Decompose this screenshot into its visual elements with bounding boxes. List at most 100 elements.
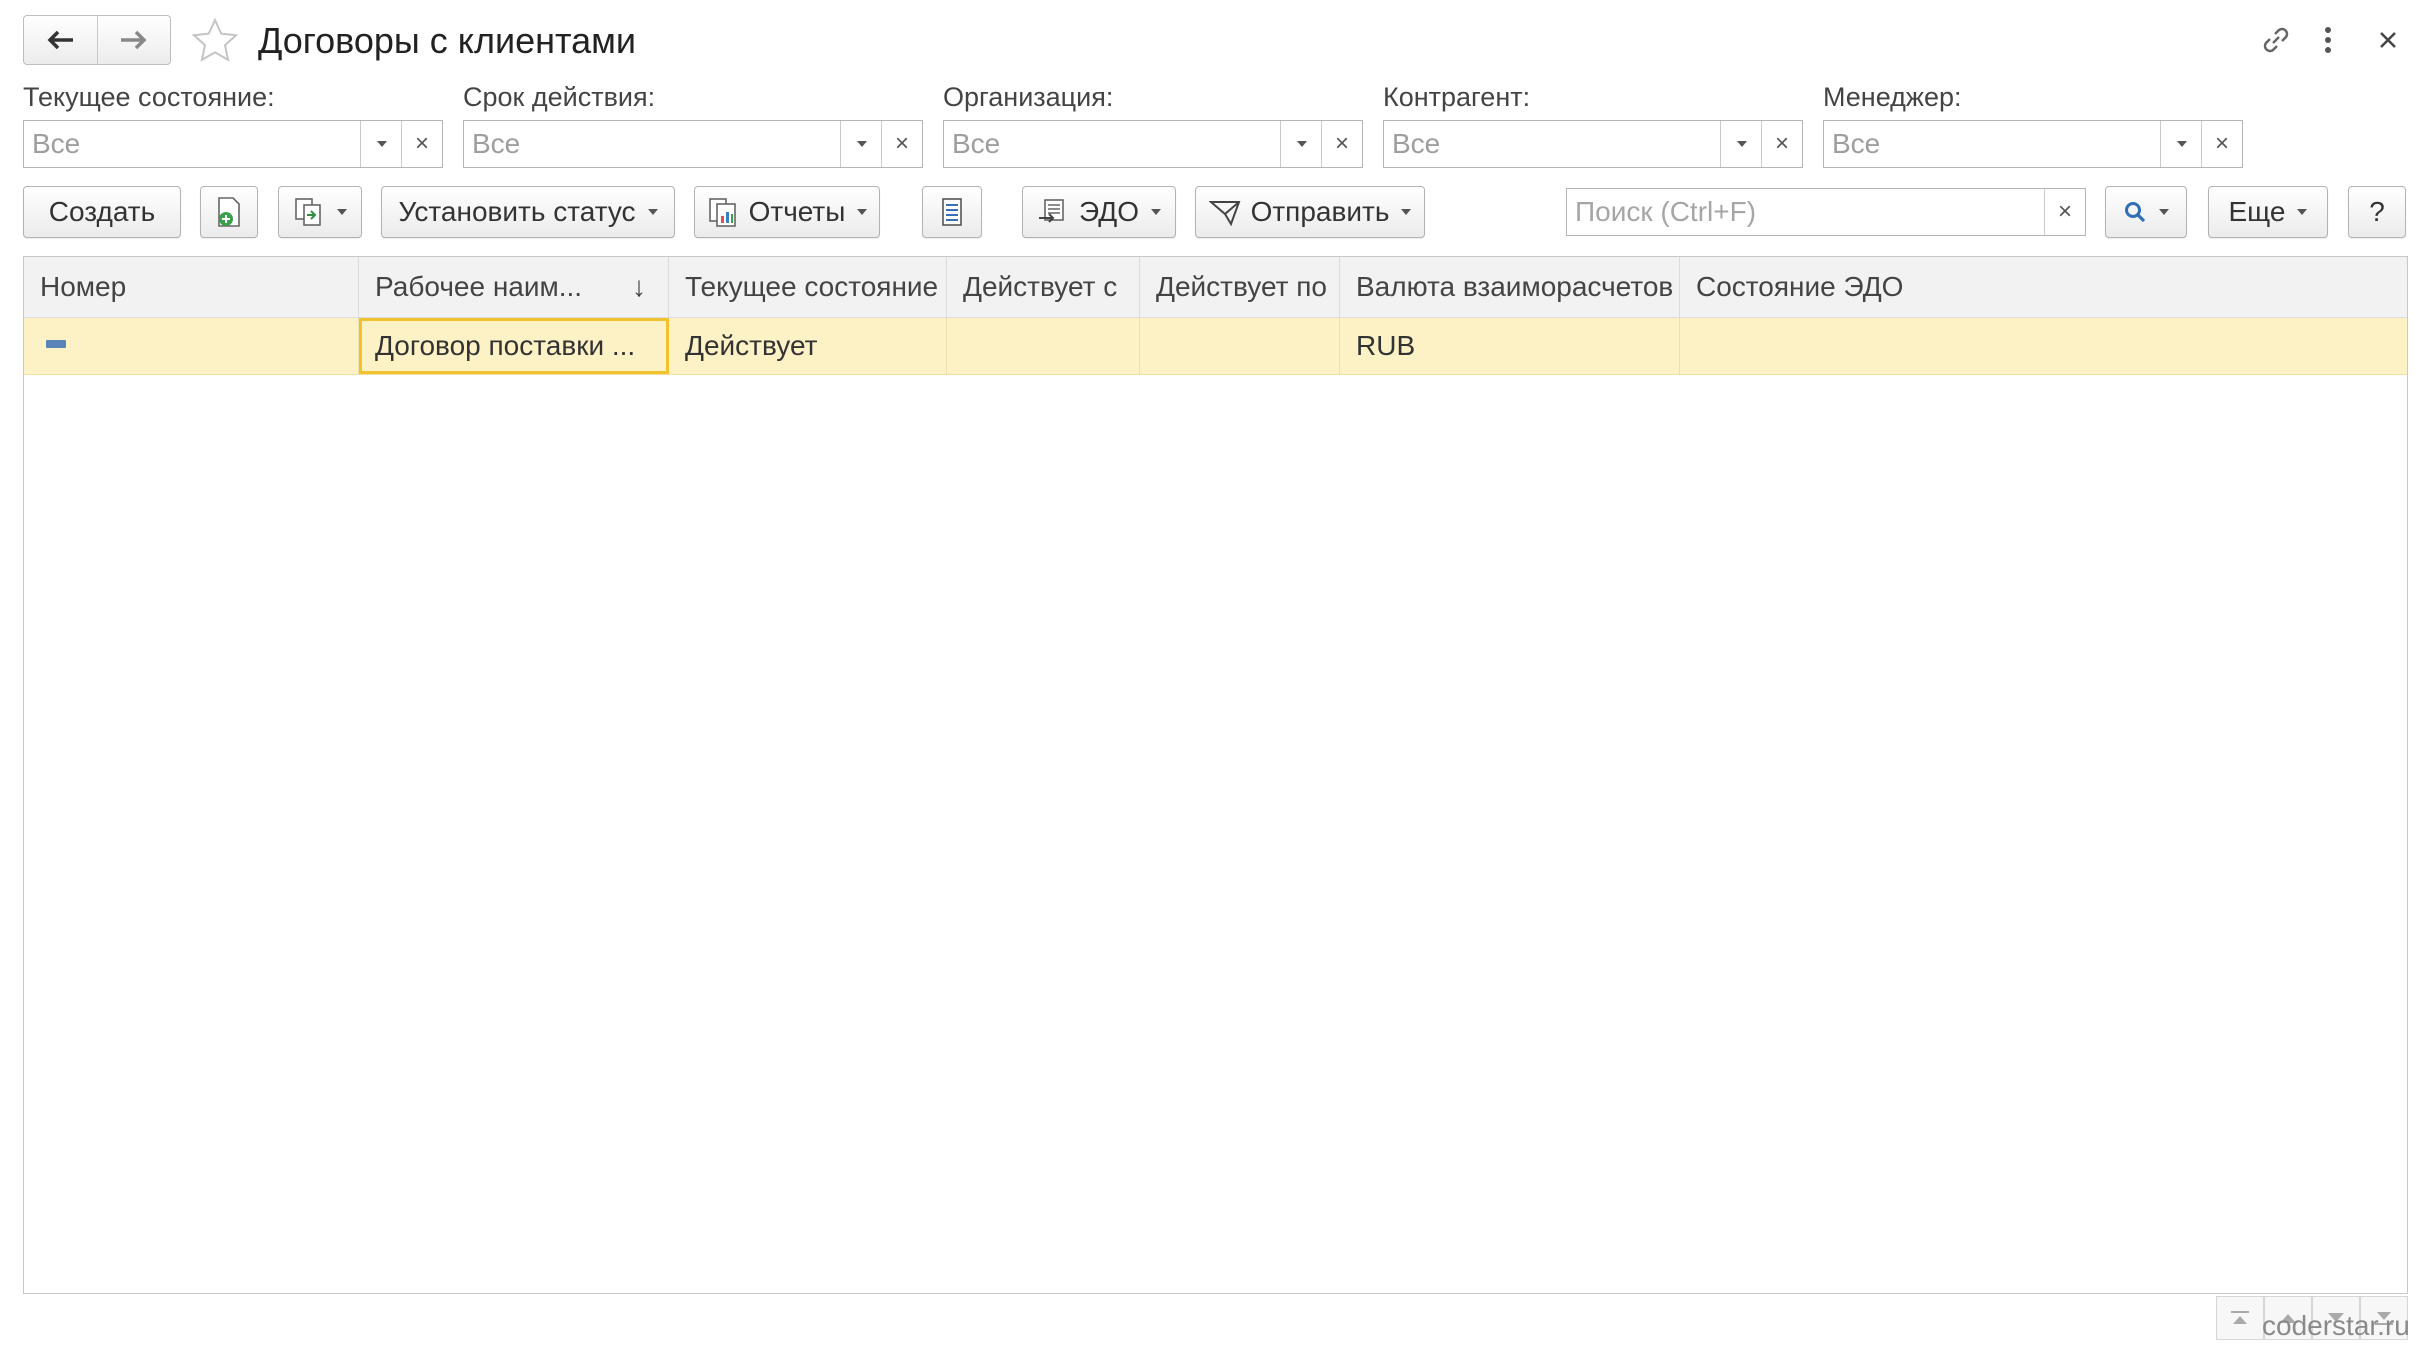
- sort-descending-icon: ↓: [632, 271, 646, 302]
- cell-number[interactable]: [24, 318, 359, 374]
- chevron-down-icon: [2177, 141, 2187, 147]
- cell-working-name[interactable]: Договор поставки ...: [359, 318, 669, 374]
- reports-icon: [708, 198, 736, 227]
- column-header-valid-to[interactable]: Действует по: [1140, 257, 1340, 317]
- filter-counterparty-field[interactable]: Все ×: [1383, 120, 1803, 168]
- column-header-edo-state[interactable]: Состояние ЭДО: [1680, 257, 2407, 317]
- cell-currency[interactable]: RUB: [1340, 318, 1680, 374]
- navigation-buttons: [23, 15, 171, 65]
- clear-icon: ×: [1774, 130, 1789, 157]
- filter-organization-value[interactable]: Все: [944, 121, 1280, 167]
- filter-validity-field[interactable]: Все ×: [463, 120, 923, 168]
- edo-label: ЭДО: [1079, 196, 1139, 227]
- watermark-text: coderstar.ru: [2262, 1310, 2410, 1341]
- column-header-working-name[interactable]: Рабочее наим... ↓: [359, 257, 669, 317]
- close-icon[interactable]: [2368, 20, 2408, 60]
- filter-manager-clear[interactable]: ×: [2201, 121, 2242, 167]
- link-icon[interactable]: [2256, 20, 2296, 60]
- column-header-current-state[interactable]: Текущее состояние: [669, 257, 947, 317]
- chevron-down-icon: [1401, 209, 1412, 215]
- filter-counterparty-value[interactable]: Все: [1384, 121, 1720, 167]
- filter-label-organization: Организация:: [943, 82, 1114, 112]
- chevron-down-icon: [2159, 209, 2169, 215]
- search-button[interactable]: [2105, 186, 2187, 238]
- row-status-icon: [46, 340, 66, 348]
- filter-organization-dropdown[interactable]: [1280, 121, 1321, 167]
- column-header-currency[interactable]: Валюта взаиморасчетов: [1340, 257, 1680, 317]
- create-copy-button[interactable]: [200, 186, 258, 238]
- send-button[interactable]: Отправить: [1195, 186, 1425, 238]
- arrow-left-icon: [47, 30, 74, 50]
- send-paper-plane-icon: [1208, 201, 1241, 226]
- list-settings-button[interactable]: [922, 186, 982, 238]
- arrow-right-icon: [120, 30, 147, 50]
- edo-button[interactable]: ЭДО: [1022, 186, 1176, 238]
- chevron-down-icon: [647, 209, 658, 215]
- search-icon: [2125, 202, 2146, 223]
- filter-organization-clear[interactable]: ×: [1321, 121, 1362, 167]
- favorite-star-icon[interactable]: [190, 16, 240, 66]
- reports-label: Отчеты: [748, 196, 846, 227]
- create-based-on-button[interactable]: [278, 186, 362, 238]
- back-button[interactable]: [24, 16, 97, 64]
- search-clear-button[interactable]: ×: [2044, 189, 2085, 235]
- filter-state-field[interactable]: Все ×: [23, 120, 443, 168]
- cell-current-state[interactable]: Действует: [669, 318, 947, 374]
- help-label: ?: [2369, 196, 2385, 227]
- search-field[interactable]: Поиск (Ctrl+F) ×: [1566, 188, 2086, 236]
- filter-label-counterparty: Контрагент:: [1383, 82, 1531, 112]
- cell-valid-from[interactable]: [947, 318, 1140, 374]
- column-header-valid-from[interactable]: Действует с: [947, 257, 1140, 317]
- forward-button[interactable]: [96, 16, 171, 64]
- chevron-down-icon: [1297, 141, 1307, 147]
- chevron-down-icon: [857, 141, 867, 147]
- set-status-label: Установить статус: [398, 196, 636, 227]
- filter-counterparty-clear[interactable]: ×: [1761, 121, 1802, 167]
- column-header-working-name-label: Рабочее наим...: [375, 271, 583, 302]
- filter-validity-clear[interactable]: ×: [881, 121, 922, 167]
- cell-edo-state[interactable]: [1680, 318, 2407, 374]
- help-button[interactable]: ?: [2348, 186, 2406, 238]
- chevron-down-icon: [337, 209, 347, 215]
- filter-organization-field[interactable]: Все ×: [943, 120, 1363, 168]
- clear-icon: ×: [2214, 130, 2229, 157]
- page-title: Договоры с клиентами: [258, 20, 636, 61]
- filter-state-value[interactable]: Все: [24, 121, 360, 167]
- cell-valid-to[interactable]: [1140, 318, 1340, 374]
- filter-manager-dropdown[interactable]: [2160, 121, 2201, 167]
- set-status-button[interactable]: Установить статус: [381, 186, 675, 238]
- chevron-down-icon: [377, 141, 387, 147]
- filter-manager-value[interactable]: Все: [1824, 121, 2160, 167]
- send-label: Отправить: [1250, 196, 1390, 227]
- clear-icon: ×: [414, 130, 429, 157]
- filter-counterparty-dropdown[interactable]: [1720, 121, 1761, 167]
- table-row[interactable]: Договор поставки ... Действует RUB: [24, 318, 2407, 375]
- more-button[interactable]: Еще: [2208, 186, 2328, 238]
- clear-icon: ×: [894, 130, 909, 157]
- filter-state-clear[interactable]: ×: [401, 121, 442, 167]
- chevron-down-icon: [857, 209, 868, 215]
- add-document-icon: [218, 197, 240, 227]
- contracts-table[interactable]: Номер Рабочее наим... ↓ Текущее состояни…: [23, 256, 2408, 1294]
- more-options-icon[interactable]: [2308, 20, 2348, 60]
- chevron-down-icon: [1150, 209, 1161, 215]
- filter-manager-field[interactable]: Все ×: [1823, 120, 2243, 168]
- filter-state-dropdown[interactable]: [360, 121, 401, 167]
- filter-label-state: Текущее состояние:: [23, 82, 275, 112]
- edo-icon: [1039, 199, 1064, 223]
- filter-validity-value[interactable]: Все: [464, 121, 840, 167]
- reports-button[interactable]: Отчеты: [694, 186, 880, 238]
- scroll-to-top-button[interactable]: [2216, 1296, 2264, 1340]
- clear-icon: ×: [1334, 130, 1349, 157]
- search-input[interactable]: Поиск (Ctrl+F): [1567, 189, 2044, 235]
- filter-label-validity: Срок действия:: [463, 82, 656, 112]
- filter-validity-dropdown[interactable]: [840, 121, 881, 167]
- create-based-on-icon: [295, 198, 321, 226]
- list-icon: [942, 198, 962, 226]
- table-header: Номер Рабочее наим... ↓ Текущее состояни…: [24, 257, 2407, 318]
- column-header-number[interactable]: Номер: [24, 257, 359, 317]
- filter-label-manager: Менеджер:: [1823, 82, 1962, 112]
- clear-icon: ×: [2057, 198, 2072, 225]
- create-button[interactable]: Создать: [23, 186, 181, 238]
- scroll-top-icon: [2231, 1311, 2249, 1324]
